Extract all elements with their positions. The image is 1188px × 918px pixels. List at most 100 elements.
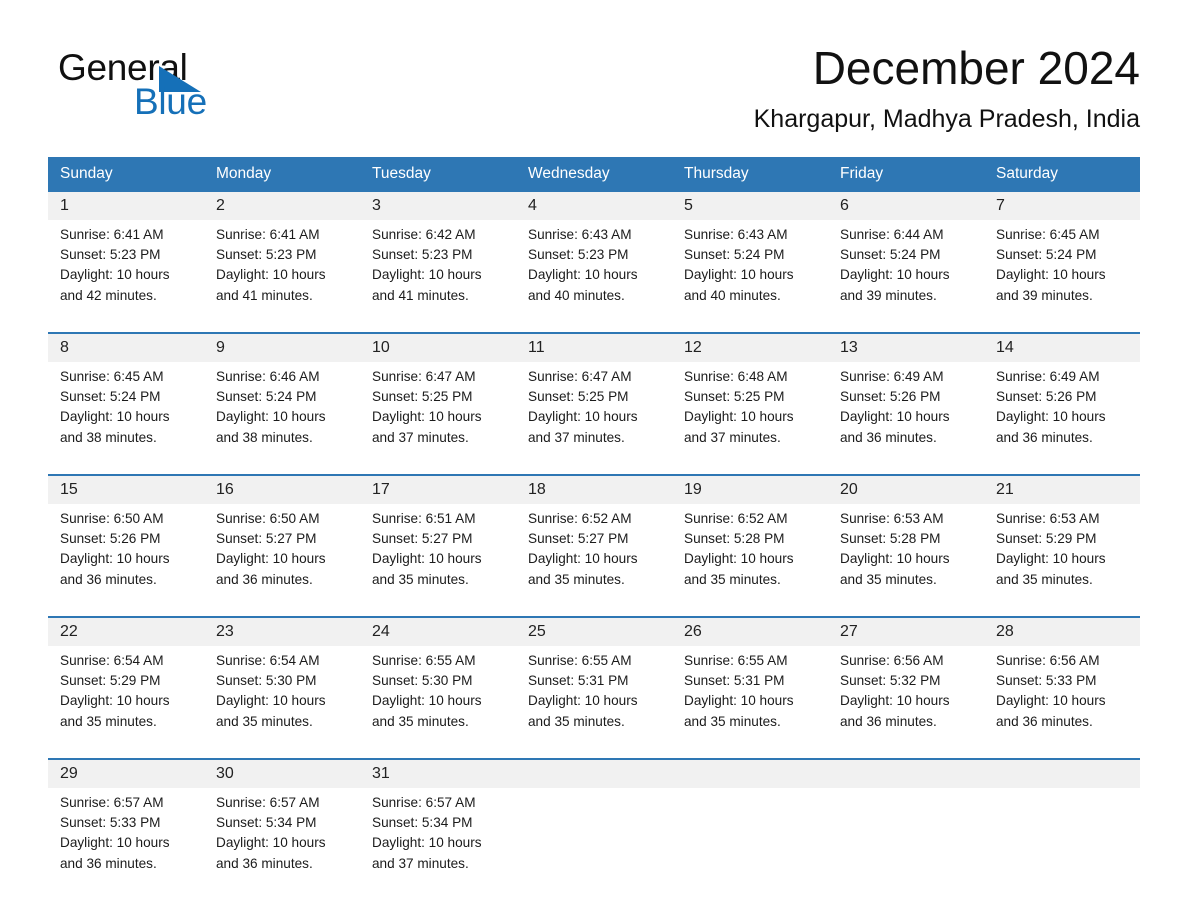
day-cell[interactable]: Sunrise: 6:52 AM Sunset: 5:27 PM Dayligh…: [516, 504, 672, 608]
day-number[interactable]: 6: [828, 192, 984, 220]
day-cell[interactable]: Sunrise: 6:45 AM Sunset: 5:24 PM Dayligh…: [48, 362, 204, 466]
day-number[interactable]: 29: [48, 758, 204, 788]
day-cell[interactable]: Sunrise: 6:56 AM Sunset: 5:32 PM Dayligh…: [828, 646, 984, 750]
sunrise-text: Sunrise: 6:55 AM: [372, 653, 476, 668]
daylight-text-line1: Daylight: 10 hours: [60, 551, 170, 567]
sunrise-text: Sunrise: 6:53 AM: [840, 511, 944, 526]
day-number[interactable]: 28: [984, 616, 1140, 646]
daylight-text-line1: Daylight: 10 hours: [684, 551, 794, 567]
sunset-text: Sunset: 5:28 PM: [840, 531, 941, 547]
day-number[interactable]: 3: [360, 192, 516, 220]
day-number[interactable]: 26: [672, 616, 828, 646]
day-number[interactable]: 16: [204, 474, 360, 504]
day-number[interactable]: 12: [672, 332, 828, 362]
week-spacer-cell: [48, 466, 1140, 475]
day-number[interactable]: 15: [48, 474, 204, 504]
day-cell[interactable]: Sunrise: 6:49 AM Sunset: 5:26 PM Dayligh…: [828, 362, 984, 466]
day-number[interactable]: 13: [828, 332, 984, 362]
day-cell[interactable]: Sunrise: 6:50 AM Sunset: 5:27 PM Dayligh…: [204, 504, 360, 608]
day-number[interactable]: 11: [516, 332, 672, 362]
daylight-text-line1: Daylight: 10 hours: [684, 409, 794, 425]
day-cell[interactable]: Sunrise: 6:43 AM Sunset: 5:24 PM Dayligh…: [672, 220, 828, 324]
calendar-body: 1 2 3 4 5 6 7 Sunrise: 6:41 AM Sunset: 5…: [48, 192, 1140, 892]
day-cell[interactable]: Sunrise: 6:57 AM Sunset: 5:34 PM Dayligh…: [204, 788, 360, 892]
generalblue-logo[interactable]: General Blue: [58, 48, 318, 128]
day-cell[interactable]: Sunrise: 6:54 AM Sunset: 5:30 PM Dayligh…: [204, 646, 360, 750]
daylight-text-line1: Daylight: 10 hours: [216, 409, 326, 425]
daylight-text-line1: Daylight: 10 hours: [528, 693, 638, 709]
day-number[interactable]: 4: [516, 192, 672, 220]
day-number[interactable]: 7: [984, 192, 1140, 220]
sunrise-text: Sunrise: 6:45 AM: [60, 369, 164, 384]
sunset-text: Sunset: 5:25 PM: [684, 389, 785, 405]
day-number[interactable]: 1: [48, 192, 204, 220]
day-cell[interactable]: Sunrise: 6:54 AM Sunset: 5:29 PM Dayligh…: [48, 646, 204, 750]
day-cell[interactable]: Sunrise: 6:42 AM Sunset: 5:23 PM Dayligh…: [360, 220, 516, 324]
sunset-text: Sunset: 5:23 PM: [60, 247, 161, 263]
day-cell[interactable]: Sunrise: 6:47 AM Sunset: 5:25 PM Dayligh…: [360, 362, 516, 466]
day-number[interactable]: 20: [828, 474, 984, 504]
day-number[interactable]: 5: [672, 192, 828, 220]
day-cell[interactable]: Sunrise: 6:55 AM Sunset: 5:31 PM Dayligh…: [516, 646, 672, 750]
day-cell[interactable]: Sunrise: 6:48 AM Sunset: 5:25 PM Dayligh…: [672, 362, 828, 466]
day-cell-empty: [516, 788, 672, 892]
day-cell[interactable]: Sunrise: 6:52 AM Sunset: 5:28 PM Dayligh…: [672, 504, 828, 608]
daylight-text-line1: Daylight: 10 hours: [372, 835, 482, 851]
weekday-header-thursday: Thursday: [672, 157, 828, 192]
day-cell[interactable]: Sunrise: 6:53 AM Sunset: 5:28 PM Dayligh…: [828, 504, 984, 608]
daylight-text-line1: Daylight: 10 hours: [372, 693, 482, 709]
day-number[interactable]: 18: [516, 474, 672, 504]
sunset-text: Sunset: 5:30 PM: [372, 673, 473, 689]
week-info-row: Sunrise: 6:50 AM Sunset: 5:26 PM Dayligh…: [48, 504, 1140, 608]
sunrise-text: Sunrise: 6:49 AM: [840, 369, 944, 384]
sunrise-text: Sunrise: 6:49 AM: [996, 369, 1100, 384]
day-cell[interactable]: Sunrise: 6:41 AM Sunset: 5:23 PM Dayligh…: [48, 220, 204, 324]
day-cell[interactable]: Sunrise: 6:57 AM Sunset: 5:33 PM Dayligh…: [48, 788, 204, 892]
day-cell[interactable]: Sunrise: 6:43 AM Sunset: 5:23 PM Dayligh…: [516, 220, 672, 324]
daylight-text-line1: Daylight: 10 hours: [216, 693, 326, 709]
day-number-empty: [984, 758, 1140, 788]
sunset-text: Sunset: 5:23 PM: [216, 247, 317, 263]
day-number[interactable]: 2: [204, 192, 360, 220]
weekday-header-sunday: Sunday: [48, 157, 204, 192]
sunrise-text: Sunrise: 6:57 AM: [60, 795, 164, 810]
day-number[interactable]: 14: [984, 332, 1140, 362]
day-cell[interactable]: Sunrise: 6:46 AM Sunset: 5:24 PM Dayligh…: [204, 362, 360, 466]
day-cell[interactable]: Sunrise: 6:53 AM Sunset: 5:29 PM Dayligh…: [984, 504, 1140, 608]
day-cell-empty: [828, 788, 984, 892]
daylight-text-line2: and 38 minutes.: [60, 429, 157, 445]
day-number[interactable]: 25: [516, 616, 672, 646]
day-number[interactable]: 23: [204, 616, 360, 646]
sunset-text: Sunset: 5:34 PM: [372, 815, 473, 831]
day-cell-empty: [984, 788, 1140, 892]
daylight-text-line1: Daylight: 10 hours: [996, 693, 1106, 709]
day-cell[interactable]: Sunrise: 6:47 AM Sunset: 5:25 PM Dayligh…: [516, 362, 672, 466]
day-cell[interactable]: Sunrise: 6:51 AM Sunset: 5:27 PM Dayligh…: [360, 504, 516, 608]
day-cell[interactable]: Sunrise: 6:41 AM Sunset: 5:23 PM Dayligh…: [204, 220, 360, 324]
sunrise-text: Sunrise: 6:41 AM: [60, 227, 164, 242]
day-number[interactable]: 31: [360, 758, 516, 788]
day-number[interactable]: 9: [204, 332, 360, 362]
day-cell[interactable]: Sunrise: 6:45 AM Sunset: 5:24 PM Dayligh…: [984, 220, 1140, 324]
sunset-text: Sunset: 5:32 PM: [840, 673, 941, 689]
day-cell[interactable]: Sunrise: 6:56 AM Sunset: 5:33 PM Dayligh…: [984, 646, 1140, 750]
day-number[interactable]: 10: [360, 332, 516, 362]
day-cell[interactable]: Sunrise: 6:49 AM Sunset: 5:26 PM Dayligh…: [984, 362, 1140, 466]
sunset-text: Sunset: 5:26 PM: [840, 389, 941, 405]
day-cell[interactable]: Sunrise: 6:55 AM Sunset: 5:30 PM Dayligh…: [360, 646, 516, 750]
day-number[interactable]: 8: [48, 332, 204, 362]
day-cell[interactable]: Sunrise: 6:44 AM Sunset: 5:24 PM Dayligh…: [828, 220, 984, 324]
day-cell[interactable]: Sunrise: 6:50 AM Sunset: 5:26 PM Dayligh…: [48, 504, 204, 608]
week-spacer-cell: [48, 608, 1140, 617]
day-number[interactable]: 22: [48, 616, 204, 646]
day-cell[interactable]: Sunrise: 6:57 AM Sunset: 5:34 PM Dayligh…: [360, 788, 516, 892]
day-number[interactable]: 19: [672, 474, 828, 504]
day-number[interactable]: 21: [984, 474, 1140, 504]
day-number[interactable]: 27: [828, 616, 984, 646]
day-number[interactable]: 24: [360, 616, 516, 646]
day-number[interactable]: 17: [360, 474, 516, 504]
day-cell[interactable]: Sunrise: 6:55 AM Sunset: 5:31 PM Dayligh…: [672, 646, 828, 750]
daylight-text-line1: Daylight: 10 hours: [996, 409, 1106, 425]
day-number[interactable]: 30: [204, 758, 360, 788]
daylight-text-line1: Daylight: 10 hours: [528, 551, 638, 567]
